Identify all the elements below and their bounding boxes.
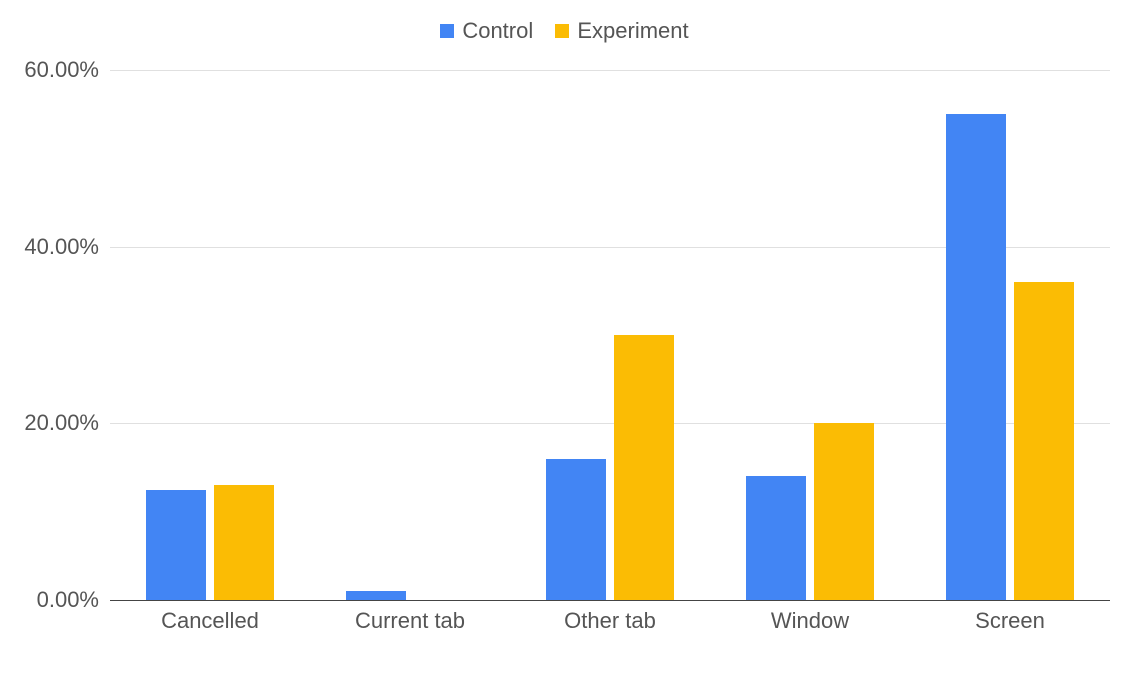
- gridline-60: [110, 70, 1110, 71]
- y-tick-1: 20.00%: [24, 410, 99, 436]
- x-label-4: Screen: [975, 608, 1045, 634]
- bar-experiment-0: [214, 485, 274, 600]
- legend-item-experiment: Experiment: [555, 18, 688, 44]
- x-label-0: Cancelled: [161, 608, 259, 634]
- bar-control-1: [346, 591, 406, 600]
- y-tick-0: 0.00%: [37, 587, 99, 613]
- legend-item-control: Control: [440, 18, 533, 44]
- baseline: [110, 600, 1110, 601]
- y-tick-2: 40.00%: [24, 234, 99, 260]
- y-tick-3: 60.00%: [24, 57, 99, 83]
- bar-control-4: [946, 114, 1006, 600]
- x-label-2: Other tab: [564, 608, 656, 634]
- bar-experiment-2: [614, 335, 674, 600]
- legend: Control Experiment: [0, 18, 1129, 44]
- bar-control-2: [546, 459, 606, 600]
- legend-label-experiment: Experiment: [577, 18, 688, 44]
- x-label-1: Current tab: [355, 608, 465, 634]
- legend-swatch-control: [440, 24, 454, 38]
- bar-control-0: [146, 490, 206, 600]
- x-label-3: Window: [771, 608, 849, 634]
- bar-control-3: [746, 476, 806, 600]
- chart-container: Control Experiment 0.00% 20.00% 40.00% 6…: [0, 0, 1129, 682]
- legend-swatch-experiment: [555, 24, 569, 38]
- legend-label-control: Control: [462, 18, 533, 44]
- plot-area: [110, 70, 1110, 600]
- bar-experiment-4: [1014, 282, 1074, 600]
- bar-experiment-3: [814, 423, 874, 600]
